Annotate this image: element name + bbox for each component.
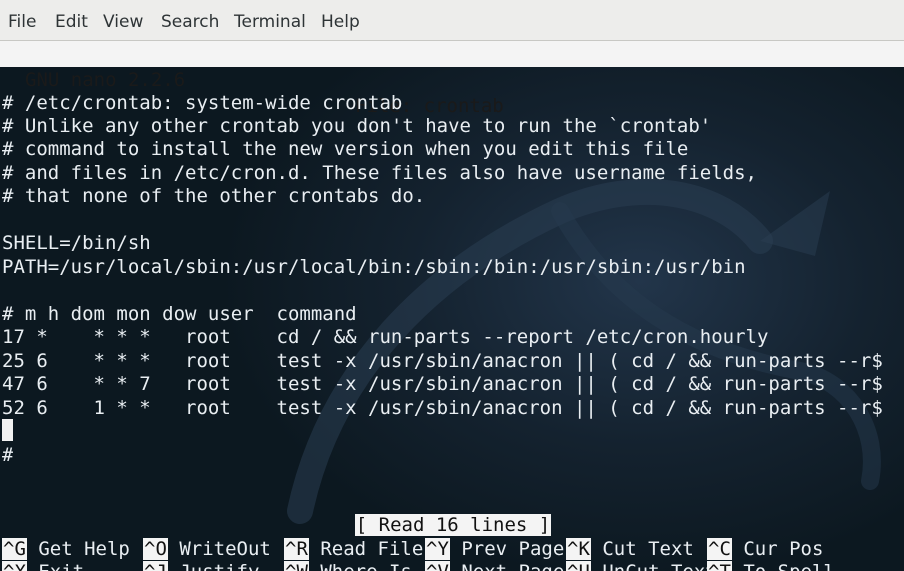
shortcut-prev-page[interactable]: ^Y Prev Page — [425, 537, 564, 561]
text-line[interactable]: 17 * * * * root cd / && run-parts --repo… — [2, 325, 768, 349]
shortcut-key: ^W — [284, 561, 309, 571]
shortcut-cut-text[interactable]: ^K Cut Text — [566, 537, 694, 561]
shortcut-key: ^G — [2, 538, 27, 560]
shortcut-key: ^X — [2, 561, 27, 571]
text-cursor — [2, 419, 13, 441]
shortcut-label: WriteOut — [179, 538, 271, 560]
shortcut-label: Read File — [320, 538, 424, 560]
menu-terminal[interactable]: Terminal — [234, 10, 306, 34]
menu-edit[interactable]: Edit — [55, 10, 88, 34]
status-message: [ Read 16 lines ] — [355, 514, 551, 536]
text-line[interactable]: # command to install the new version whe… — [2, 137, 688, 161]
text-line[interactable]: 47 6 * * 7 root test -x /usr/sbin/anacro… — [2, 372, 883, 396]
shortcut-to-spell[interactable]: ^T To Spell — [707, 560, 835, 571]
shortcut-exit[interactable]: ^X Exit — [2, 560, 84, 571]
shortcut-label: UnCut Text — [602, 561, 716, 571]
text-line[interactable]: # — [2, 443, 13, 467]
shortcut-key: ^Y — [425, 538, 450, 560]
text-line[interactable]: 25 6 * * * root test -x /usr/sbin/anacro… — [2, 349, 883, 373]
shortcut-key: ^K — [566, 538, 591, 560]
text-line[interactable]: # m h dom mon dow user command — [2, 302, 357, 326]
shortcut-label: Justify — [179, 561, 259, 571]
shortcut-label: Exit — [38, 561, 84, 571]
shortcut-label: To Spell — [743, 561, 835, 571]
text-line[interactable]: 52 6 1 * * root test -x /usr/sbin/anacro… — [2, 396, 883, 420]
menu-help[interactable]: Help — [321, 10, 360, 34]
shortcut-label: Get Help — [38, 538, 130, 560]
text-line[interactable]: # Unlike any other crontab you don't hav… — [2, 114, 711, 138]
shortcut-key: ^C — [707, 538, 732, 560]
nano-title-bar: GNU nano 2.2.6 File: crontab — [0, 41, 904, 117]
menu-view[interactable]: View — [103, 10, 143, 34]
text-line[interactable]: PATH=/usr/local/sbin:/usr/local/bin:/sbi… — [2, 255, 746, 279]
shortcut-uncut-text[interactable]: ^U UnCut Text — [566, 560, 717, 571]
shortcut-get-help[interactable]: ^G Get Help — [2, 537, 130, 561]
shortcut-read-file[interactable]: ^R Read File — [284, 537, 423, 561]
terminal-area[interactable]: GNU nano 2.2.6 File: crontab # /etc/cron… — [0, 41, 904, 571]
text-line[interactable]: # that none of the other crontabs do. — [2, 184, 425, 208]
shortcut-label: Next Page — [461, 561, 564, 571]
shortcut-cur-pos[interactable]: ^C Cur Pos — [707, 537, 823, 561]
menu-bar: File Edit View Search Terminal Help — [0, 0, 904, 41]
menu-file[interactable]: File — [8, 10, 36, 34]
shortcut-key: ^U — [566, 561, 591, 571]
shortcut-key: ^J — [143, 561, 168, 571]
shortcut-label: Prev Page — [461, 538, 565, 560]
text-line[interactable]: # and files in /etc/cron.d. These files … — [2, 161, 757, 185]
shortcut-next-page[interactable]: ^V Next Page — [425, 560, 564, 571]
shortcut-justify[interactable]: ^J Justify — [143, 560, 259, 571]
shortcut-key: ^V — [425, 561, 450, 571]
menu-search[interactable]: Search — [161, 10, 219, 34]
nano-version: GNU nano 2.2.6 — [25, 69, 186, 91]
shortcut-label: Where Is — [320, 561, 412, 571]
shortcut-key: ^T — [707, 561, 732, 571]
shortcut-writeout[interactable]: ^O WriteOut — [143, 537, 271, 561]
text-line[interactable]: # /etc/crontab: system-wide crontab — [2, 91, 402, 115]
shortcut-key: ^O — [143, 538, 168, 560]
shortcut-key: ^R — [284, 538, 309, 560]
shortcut-where-is[interactable]: ^W Where Is — [284, 560, 412, 571]
shortcut-label: Cut Text — [602, 538, 694, 560]
text-line[interactable]: SHELL=/bin/sh — [2, 231, 151, 255]
shortcut-label: Cur Pos — [743, 538, 824, 560]
